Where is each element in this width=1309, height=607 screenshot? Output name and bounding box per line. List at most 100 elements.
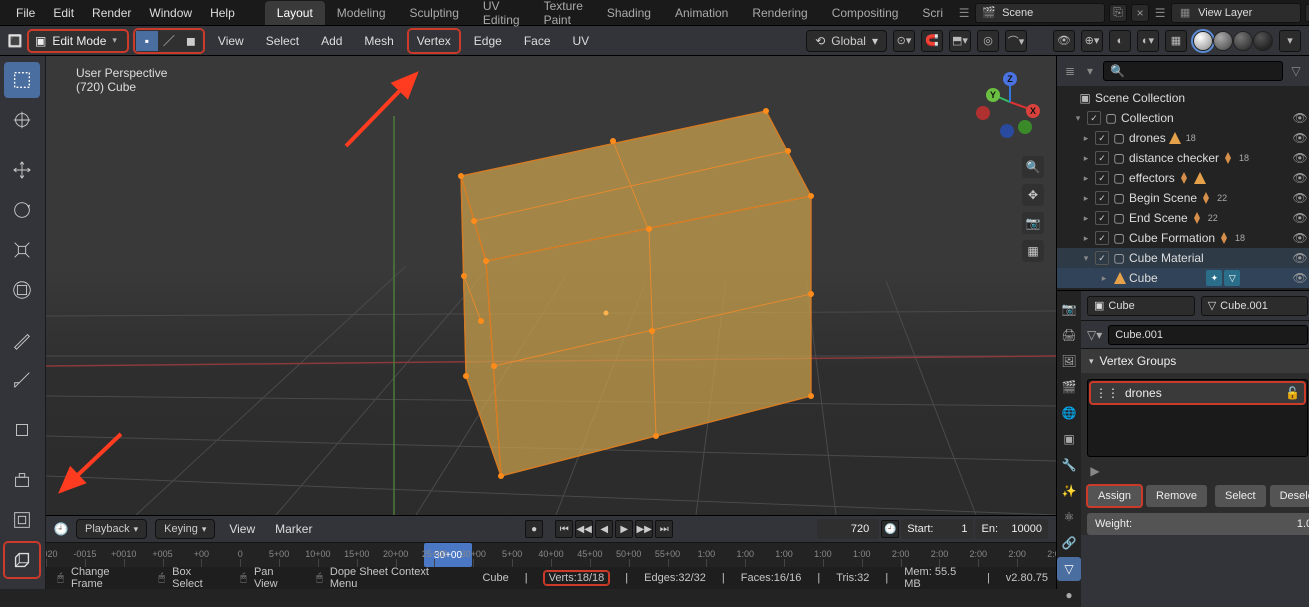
collection-checkbox[interactable]: ✓ — [1095, 151, 1109, 165]
display-mode-dropdown[interactable]: ▾ — [1083, 64, 1097, 78]
menu-window[interactable]: Window — [141, 2, 200, 24]
axis-neg-x-gizmo[interactable] — [976, 106, 990, 120]
tab-layout[interactable]: Layout — [265, 1, 325, 25]
axis-neg-z-gizmo[interactable] — [1000, 124, 1014, 138]
menu-face[interactable]: Face — [516, 30, 559, 52]
move-up-icon[interactable]: ▶ — [1087, 463, 1103, 479]
breadcrumb-mesh[interactable]: ▽ Cube.001 — [1201, 296, 1309, 316]
timeline-view-menu[interactable]: View — [223, 519, 261, 539]
constraint-properties-tab[interactable]: 🔗 — [1057, 531, 1081, 555]
tab-compositing[interactable]: Compositing — [820, 1, 911, 25]
mode-dropdown[interactable]: ▣ Edit Mode ▾ — [28, 30, 128, 52]
prop-edit-dropdown[interactable]: ⌒▾ — [1005, 30, 1027, 52]
render-properties-tab[interactable]: 📷 — [1057, 297, 1081, 321]
face-select-button[interactable]: ◼ — [180, 31, 202, 51]
viewlayer-browse-icon[interactable]: ☰ — [1153, 6, 1167, 20]
select-box-tool[interactable] — [4, 62, 40, 98]
visibility-toggle[interactable]: 👁 — [1291, 111, 1309, 125]
transform-tool[interactable] — [4, 272, 40, 308]
tab-shading[interactable]: Shading — [595, 1, 663, 25]
snap-dropdown[interactable]: ⬒▾ — [949, 30, 971, 52]
tab-scripting[interactable]: Scri — [910, 1, 955, 25]
menu-edge[interactable]: Edge — [466, 30, 510, 52]
outliner-effectors[interactable]: ▸✓▢ effectors 👁 — [1057, 168, 1309, 188]
menu-uv[interactable]: UV — [565, 30, 598, 52]
outliner-collection[interactable]: ▾✓▢ Collection 👁 — [1057, 108, 1309, 128]
pivot-dropdown[interactable]: ⊙▾ — [893, 30, 915, 52]
collection-checkbox[interactable]: ✓ — [1095, 131, 1109, 145]
shading-rendered-button[interactable] — [1253, 31, 1273, 51]
shading-wireframe-button[interactable] — [1193, 31, 1213, 51]
end-frame-field[interactable]: En: 10000 — [975, 519, 1048, 539]
output-properties-tab[interactable]: 🖨 — [1057, 323, 1081, 347]
outliner-end-scene[interactable]: ▸✓▢ End Scene 22 👁 — [1057, 208, 1309, 228]
play-reverse-button[interactable]: ◀ — [595, 520, 613, 538]
scene-new-button[interactable]: ⎘ — [1109, 4, 1127, 22]
material-properties-tab[interactable]: ● — [1057, 583, 1081, 607]
physics-properties-tab[interactable]: ⚛ — [1057, 505, 1081, 529]
visibility-toggle[interactable]: 👁 — [1291, 171, 1309, 185]
cursor-tool[interactable] — [4, 102, 40, 138]
play-button[interactable]: ▶ — [615, 520, 633, 538]
timeline-editor-type-icon[interactable]: 🕘 — [54, 522, 68, 536]
camera-view-button[interactable]: 📷 — [1022, 212, 1044, 234]
visibility-toggle[interactable]: 👁 — [1291, 131, 1309, 145]
tab-animation[interactable]: Animation — [663, 1, 740, 25]
modifier-properties-tab[interactable]: 🔧 — [1057, 453, 1081, 477]
collection-checkbox[interactable]: ✓ — [1095, 171, 1109, 185]
vertex-groups-list[interactable]: ⋮⋮ drones 🔓 — [1087, 379, 1308, 457]
zoom-button[interactable]: 🔍 — [1022, 156, 1044, 178]
collection-checkbox[interactable]: ✓ — [1095, 231, 1109, 245]
collection-checkbox[interactable]: ✓ — [1095, 191, 1109, 205]
keying-dropdown[interactable]: Keying▾ — [155, 519, 215, 539]
prop-edit-toggle[interactable]: ◎ — [977, 30, 999, 52]
scene-properties-tab[interactable]: 🎬 — [1057, 375, 1081, 399]
3d-viewport[interactable]: User Perspective (720) Cube Z Y X — [46, 56, 1056, 589]
menu-select3d[interactable]: Select — [258, 30, 307, 52]
select-button[interactable]: Select — [1215, 485, 1266, 507]
scene-browse-icon[interactable]: ☰ — [957, 6, 971, 20]
scene-close-button[interactable]: × — [1131, 4, 1149, 22]
annotate-tool[interactable] — [4, 322, 40, 358]
vertex-select-button[interactable]: ▪ — [136, 31, 158, 51]
outliner-filter-button[interactable]: ▽ — [1289, 64, 1303, 78]
snap-toggle[interactable]: 🧲 — [921, 30, 943, 52]
menu-mesh[interactable]: Mesh — [356, 30, 401, 52]
shading-dropdown[interactable]: ▾ — [1279, 30, 1301, 52]
visibility-toggle[interactable]: 👁 — [1291, 191, 1309, 205]
menu-render[interactable]: Render — [84, 2, 139, 24]
tab-sculpting[interactable]: Sculpting — [398, 1, 471, 25]
tab-uv-editing[interactable]: UV Editing — [471, 0, 532, 32]
editor-type-icon[interactable]: 🔳 — [8, 34, 22, 48]
preview-range-toggle[interactable]: 🕘 — [881, 520, 899, 538]
extrude-region-tool[interactable] — [4, 462, 40, 498]
visibility-toggle[interactable]: 👁 — [1291, 231, 1309, 245]
current-frame-field[interactable]: 720 — [817, 519, 879, 539]
rotate-tool[interactable] — [4, 192, 40, 228]
mesh-data-icon[interactable]: ▽ — [1224, 270, 1240, 286]
tab-modeling[interactable]: Modeling — [325, 1, 398, 25]
visibility-toggle[interactable]: 👁 — [1291, 211, 1309, 225]
axis-x-gizmo[interactable]: X — [1026, 104, 1040, 118]
collection-checkbox[interactable]: ✓ — [1095, 251, 1109, 265]
scene-field[interactable]: 🎬 Scene — [975, 3, 1105, 23]
navigation-gizmo[interactable]: Z Y X — [974, 66, 1046, 138]
start-frame-field[interactable]: Start: 1 — [901, 519, 973, 539]
outliner-search[interactable]: 🔍 — [1103, 61, 1283, 81]
move-tool[interactable] — [4, 152, 40, 188]
axis-neg-y-gizmo[interactable] — [1018, 120, 1032, 134]
axis-z-gizmo[interactable]: Z — [1003, 72, 1017, 86]
menu-file[interactable]: File — [8, 2, 43, 24]
overlay-dropdown[interactable]: ◐▾ — [1137, 30, 1159, 52]
outliner-begin-scene[interactable]: ▸✓▢ Begin Scene 22 👁 — [1057, 188, 1309, 208]
particle-modifier-icon[interactable]: ✦ — [1206, 270, 1222, 286]
remove-button[interactable]: Remove — [1146, 485, 1207, 507]
menu-view3d[interactable]: View — [210, 30, 252, 52]
tab-texture-paint[interactable]: Texture Paint — [532, 0, 595, 32]
jump-end-button[interactable]: ⏭ — [655, 520, 673, 538]
assign-button[interactable]: Assign — [1087, 485, 1142, 507]
menu-edit[interactable]: Edit — [45, 2, 82, 24]
outliner-distance-checker[interactable]: ▸✓▢ distance checker 18 👁 — [1057, 148, 1309, 168]
inset-faces-tool[interactable] — [4, 502, 40, 538]
deselect-button[interactable]: Deselect — [1270, 485, 1309, 507]
